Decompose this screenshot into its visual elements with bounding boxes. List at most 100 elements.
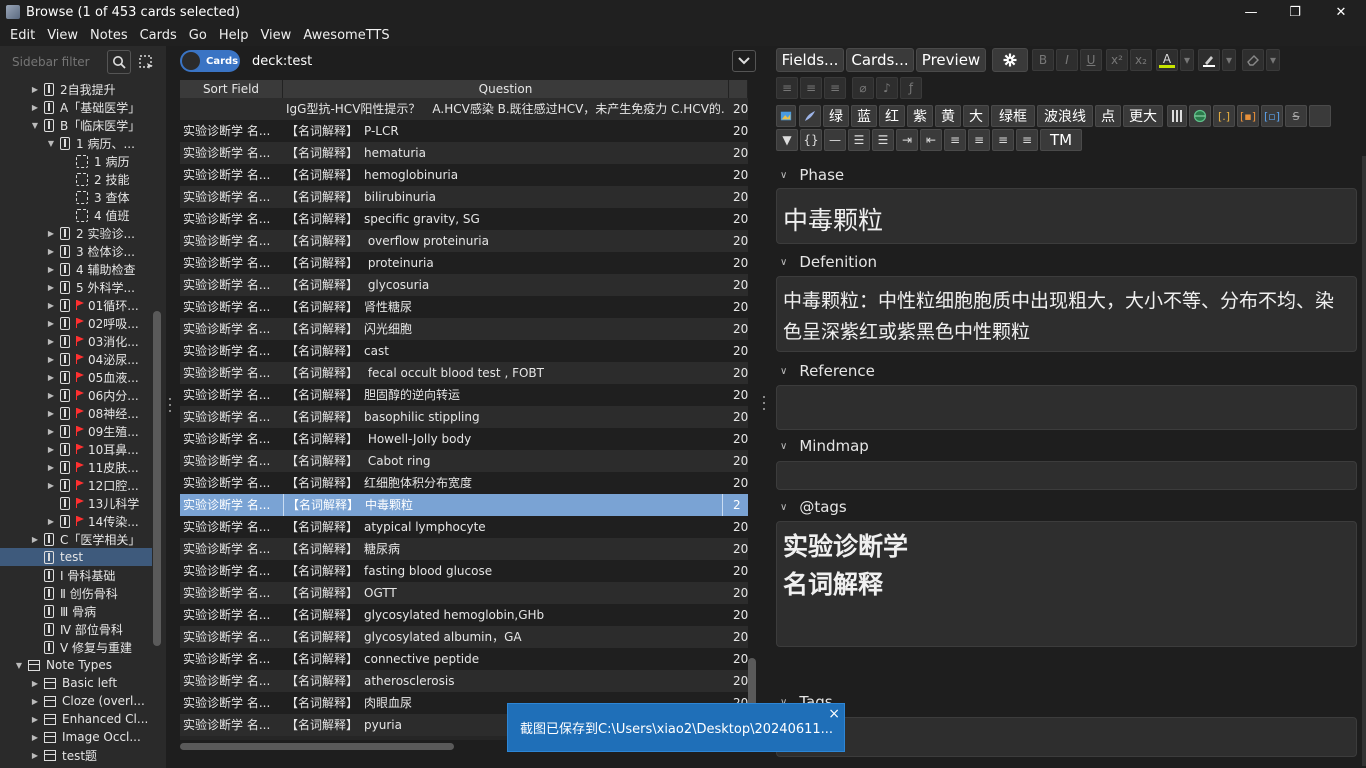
minimize-button[interactable]: — — [1228, 0, 1274, 24]
table-row[interactable]: 实验诊断学 名... 【名词解释】 connective peptide 20 — [180, 648, 748, 670]
field-definition-editor[interactable]: 中毒颗粒：中性粒细胞胞质中出现粗大，大小不等、分布不均、染色呈深紫红或紫黑色中性… — [776, 276, 1357, 352]
sidebar-item[interactable]: ▶ 01循环... — [0, 296, 152, 314]
highlight-dropdown[interactable]: ▾ — [1222, 49, 1236, 71]
table-row[interactable]: 实验诊断学 名... 【名词解释】 胆固醇的逆向转运 20 — [180, 384, 748, 406]
cloze-bracket-icon[interactable]: [.] — [1213, 105, 1235, 127]
table-row[interactable]: 实验诊断学 名... 【名词解释】 闪光细胞 20 — [180, 318, 748, 340]
chevron-right-icon[interactable]: ▶ — [30, 534, 40, 544]
sidebar-item[interactable]: ▶ Cloze (overl... — [0, 692, 152, 710]
braces-button[interactable]: {} — [800, 129, 822, 151]
table-row[interactable]: IgG型抗-HCV阳性提示？ A.HCV感染 B.既往感过HCV，未产生免疫力 … — [180, 98, 748, 120]
text-color-icon[interactable]: A — [1156, 49, 1178, 71]
sidebar-item[interactable]: ▼ B「临床医学」 — [0, 116, 152, 134]
table-row[interactable]: 实验诊断学 名... 【名词解释】 glycosuria 20 — [180, 274, 748, 296]
addon-brush-icon[interactable] — [799, 105, 821, 127]
table-row[interactable]: 实验诊断学 名... 【名词解释】 糖尿病 20 — [180, 538, 748, 560]
table-row[interactable]: 实验诊断学 名... 【名词解释】 bilirubinuria 20 — [180, 186, 748, 208]
field-mindmap-editor[interactable] — [776, 461, 1357, 490]
table-row[interactable]: 实验诊断学 名... 【名词解释】 Cabot ring 20 — [180, 450, 748, 472]
function-icon[interactable]: ƒ — [900, 77, 922, 99]
sidebar-item[interactable]: ▶ 3 检体诊... — [0, 242, 152, 260]
chevron-right-icon[interactable]: ▶ — [46, 426, 56, 436]
cloze-mask-icon[interactable]: [▫] — [1261, 105, 1283, 127]
search-icon[interactable] — [107, 50, 131, 74]
globe-icon[interactable] — [1189, 105, 1211, 127]
chevron-right-icon[interactable]: ▶ — [30, 732, 40, 742]
toast-close-icon[interactable]: × — [828, 706, 840, 722]
sidebar-item[interactable]: 3 查体 — [0, 188, 152, 206]
column-header-due[interactable] — [729, 80, 748, 98]
sidebar-item[interactable]: ▶ Image Occl... — [0, 728, 152, 746]
table-row[interactable]: 实验诊断学 名... 【名词解释】 hematuria 20 — [180, 142, 748, 164]
field-tags-field-editor[interactable]: 实验诊断学 名词解释 — [776, 521, 1357, 647]
chevron-right-icon[interactable]: ▶ — [46, 480, 56, 490]
underline-button[interactable]: U — [1080, 49, 1102, 71]
sidebar-item[interactable]: ▶ 03消化... — [0, 332, 152, 350]
menu-go[interactable]: Go — [183, 28, 213, 43]
microphone-icon[interactable]: ♪ — [876, 77, 898, 99]
sidebar-item[interactable]: ▶ 2 实验诊... — [0, 224, 152, 242]
field-label-tags-field[interactable]: ∨ @tags — [780, 498, 847, 516]
indent-icon[interactable]: ⇥ — [896, 129, 918, 151]
sidebar-item[interactable]: ▶ 02呼吸... — [0, 314, 152, 332]
trademark-button[interactable]: TM — [1040, 129, 1082, 151]
superscript-button[interactable]: x² — [1106, 49, 1128, 71]
sidebar-item[interactable]: ▶ 06内分... — [0, 386, 152, 404]
text-color-dropdown[interactable]: ▾ — [1180, 49, 1194, 71]
chevron-right-icon[interactable]: ▶ — [30, 84, 40, 94]
tag-editor[interactable] — [776, 717, 1357, 757]
cards-notes-toggle[interactable]: Cards — [180, 50, 240, 72]
sidebar-item[interactable]: ▶ C「医学相关」 — [0, 530, 152, 548]
chevron-right-icon[interactable]: ▶ — [46, 336, 56, 346]
menu-help[interactable]: Help — [213, 28, 255, 43]
table-row[interactable]: 实验诊断学 名... 【名词解释】 fecal occult blood test… — [180, 362, 748, 384]
sidebar-item[interactable]: ▶ 05血液... — [0, 368, 152, 386]
color-button-green[interactable]: 绿 — [823, 105, 849, 127]
chevron-right-icon[interactable]: ▶ — [46, 354, 56, 364]
table-row[interactable]: 实验诊断学 名... 【名词解释】 atypical lymphocyte 20 — [180, 516, 748, 538]
chevron-right-icon[interactable]: ▶ — [46, 390, 56, 400]
align-justify-icon[interactable]: ≡ — [1016, 129, 1038, 151]
size-button-big[interactable]: 大 — [963, 105, 989, 127]
column-header-question[interactable]: Question — [283, 80, 729, 98]
table-row[interactable]: 实验诊断学 名... 【名词解释】 OGTT 20 — [180, 582, 748, 604]
table-row[interactable]: 实验诊断学 名... 【名词解释】 atherosclerosis 20 — [180, 670, 748, 692]
color-button-yellow[interactable]: 黄 — [935, 105, 961, 127]
table-row[interactable]: 实验诊断学 名... 【名词解释】 fasting blood glucose 20 — [180, 560, 748, 582]
green-box-button[interactable]: 绿框 — [991, 105, 1035, 127]
menu-awesometts[interactable]: AwesomeTTS — [297, 28, 395, 43]
sidebar-item[interactable]: ▶ 10耳鼻... — [0, 440, 152, 458]
bold-button[interactable]: B — [1032, 49, 1054, 71]
sidebar-item[interactable]: 2 技能 — [0, 170, 152, 188]
chevron-right-icon[interactable]: ▶ — [30, 714, 40, 724]
align-icon[interactable]: ≡ — [824, 77, 846, 99]
search-history-dropdown[interactable] — [732, 50, 756, 72]
sidebar-item[interactable]: Ⅴ 修复与重建 — [0, 638, 152, 656]
chevron-down-icon[interactable]: ▼ — [46, 138, 56, 148]
column-header-sort-field[interactable]: Sort Field — [180, 80, 283, 98]
color-button-purple[interactable]: 紫 — [907, 105, 933, 127]
bigger-button[interactable]: 更大 — [1123, 105, 1163, 127]
sidebar-item[interactable]: Ⅰ 骨科基础 — [0, 566, 152, 584]
outdent-icon[interactable]: ⇤ — [920, 129, 942, 151]
chevron-right-icon[interactable]: ▶ — [46, 444, 56, 454]
chevron-right-icon[interactable]: ▶ — [46, 318, 56, 328]
sidebar-item[interactable]: ▶ 08神经... — [0, 404, 152, 422]
horizontal-rule-button[interactable]: — — [824, 129, 846, 151]
table-row[interactable]: 实验诊断学 名... 【名词解释】 肾性糖尿 20 — [180, 296, 748, 318]
preview-button[interactable]: Preview — [916, 48, 986, 72]
splitter-handle-left[interactable] — [169, 398, 173, 412]
bullet-list-icon[interactable]: ≡ — [776, 77, 798, 99]
eraser-dropdown[interactable]: ▾ — [1266, 49, 1280, 71]
chevron-right-icon[interactable]: ▶ — [46, 264, 56, 274]
subscript-button[interactable]: x₂ — [1130, 49, 1152, 71]
table-vertical-scrollbar[interactable] — [748, 98, 756, 738]
wavy-line-button[interactable]: 波浪线 — [1037, 105, 1093, 127]
table-row[interactable]: 实验诊断学 名... 【名词解释】 proteinuria 20 — [180, 252, 748, 274]
color-button-blue[interactable]: 蓝 — [851, 105, 877, 127]
strikeout-icon[interactable]: S — [1285, 105, 1307, 127]
search-input[interactable] — [252, 50, 734, 72]
cloze-box-icon[interactable]: [▪] — [1237, 105, 1259, 127]
sidebar-item[interactable]: ▶ Basic left — [0, 674, 152, 692]
table-row[interactable]: 实验诊断学 名... 【名词解释】 basophilic stippling 20 — [180, 406, 748, 428]
